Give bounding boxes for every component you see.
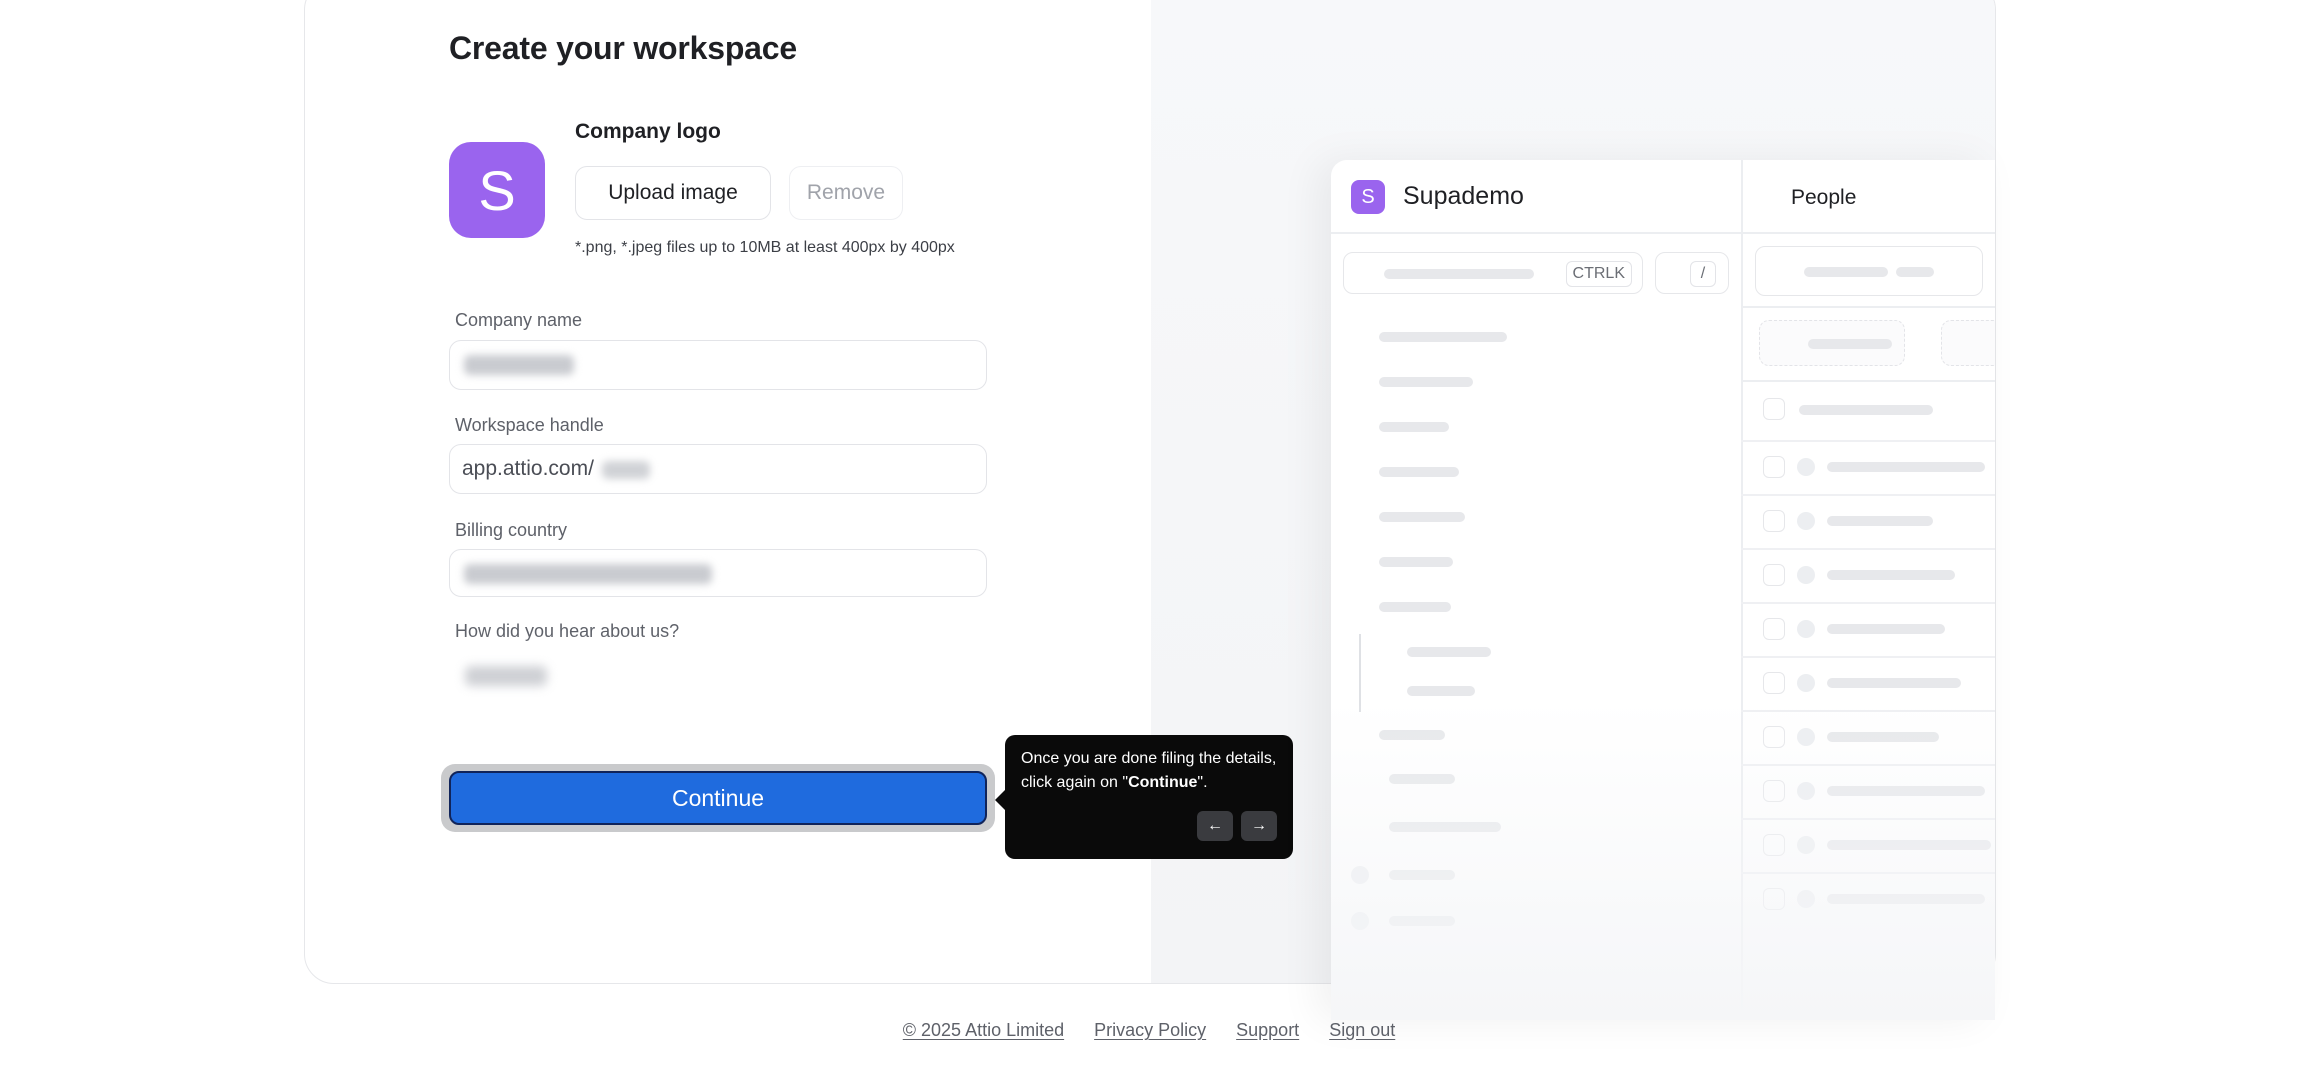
skeleton-bar <box>1827 462 1985 472</box>
skeleton-bar <box>1379 467 1459 477</box>
preview-divider <box>1741 306 1995 308</box>
workspace-handle-label: Workspace handle <box>455 415 604 435</box>
preview-chip <box>1759 320 1905 366</box>
row-checkbox <box>1763 618 1785 640</box>
skeleton-bar <box>1896 267 1934 277</box>
row-checkbox <box>1763 672 1785 694</box>
skeleton-dot <box>1797 512 1815 530</box>
upload-image-button[interactable]: Upload image <box>575 166 771 220</box>
skeleton-bar <box>1407 647 1491 657</box>
redacted-value <box>464 355 574 375</box>
workspace-handle-input[interactable]: app.attio.com/ <box>449 444 987 494</box>
continue-button[interactable]: Continue <box>449 771 987 825</box>
skeleton-dot <box>1797 566 1815 584</box>
skeleton-bar <box>1799 405 1933 415</box>
billing-country-select[interactable] <box>449 549 987 597</box>
remove-logo-button[interactable]: Remove <box>789 166 903 220</box>
preview-workspace-logo: S <box>1351 180 1385 214</box>
skeleton-bar <box>1804 267 1888 277</box>
skeleton-bar <box>1379 422 1449 432</box>
skeleton-bar <box>1379 557 1453 567</box>
skeleton-bar <box>1827 624 1945 634</box>
skeleton-bar <box>1827 678 1961 688</box>
app-preview: S Supademo People CTRLK / <box>1331 160 1995 1020</box>
redacted-value <box>464 564 712 584</box>
company-name-input[interactable] <box>449 340 987 390</box>
page-title: Create your workspace <box>449 30 797 66</box>
slash-key: / <box>1690 261 1716 287</box>
file-requirements-hint: *.png, *.jpeg files up to 10MB at least … <box>575 239 955 256</box>
row-checkbox <box>1763 564 1785 586</box>
handle-prefix: app.attio.com/ <box>462 457 594 480</box>
preview-chip <box>1941 320 1995 366</box>
skeleton-dot <box>1797 458 1815 476</box>
row-divider <box>1741 494 1995 496</box>
row-checkbox <box>1763 510 1785 532</box>
company-logo-avatar: S <box>449 142 545 238</box>
row-divider <box>1741 548 1995 550</box>
footer: © 2025 Attio Limited Privacy Policy Supp… <box>0 1020 2298 1041</box>
tooltip-prev-button[interactable]: ← <box>1197 811 1233 841</box>
copyright-link[interactable]: © 2025 Attio Limited <box>903 1020 1064 1041</box>
row-divider <box>1741 602 1995 604</box>
preview-workspace-name: Supademo <box>1403 182 1524 210</box>
row-checkbox <box>1763 398 1785 420</box>
company-logo-label: Company logo <box>575 120 721 143</box>
tooltip-next-button[interactable]: → <box>1241 811 1277 841</box>
sign-out-link[interactable]: Sign out <box>1329 1020 1395 1041</box>
skeleton-bar <box>1379 512 1465 522</box>
tooltip-text: Once you are done filing the details, cl… <box>1021 750 1277 791</box>
redacted-value <box>465 666 547 686</box>
skeleton-bar <box>1407 686 1475 696</box>
arrow-left-icon: ← <box>1207 817 1223 834</box>
referral-source-input[interactable] <box>449 652 987 728</box>
row-divider <box>1741 656 1995 658</box>
logo-letter: S <box>478 158 516 222</box>
skeleton-bar <box>1808 339 1892 349</box>
skeleton-bar <box>1827 570 1955 580</box>
row-divider <box>1741 440 1995 442</box>
guide-tooltip: Once you are done filing the details, cl… <box>995 735 1293 859</box>
row-checkbox <box>1763 456 1785 478</box>
skeleton-dot <box>1797 674 1815 692</box>
skeleton-bar <box>1384 269 1534 279</box>
skeleton-bar <box>1379 602 1451 612</box>
preview-filter-box <box>1755 246 1983 296</box>
privacy-policy-link[interactable]: Privacy Policy <box>1094 1020 1206 1041</box>
referral-source-label: How did you hear about us? <box>455 621 680 641</box>
arrow-right-icon: → <box>1251 817 1267 834</box>
redacted-value <box>602 461 650 479</box>
support-link[interactable]: Support <box>1236 1020 1299 1041</box>
skeleton-bar <box>1827 516 1933 526</box>
skeleton-dot <box>1797 620 1815 638</box>
preview-section-title: People <box>1791 186 1857 209</box>
preview-search: CTRLK <box>1343 252 1643 294</box>
preview-command: / <box>1655 252 1729 294</box>
shortcut-hint: CTRLK <box>1565 261 1632 287</box>
skeleton-bar <box>1379 377 1473 387</box>
billing-country-label: Billing country <box>455 520 568 540</box>
preview-divider <box>1741 380 1995 382</box>
preview-divider <box>1331 232 1995 234</box>
company-name-label: Company name <box>455 310 583 330</box>
preview-fade-overlay <box>1331 700 1995 1020</box>
skeleton-bar <box>1379 332 1507 342</box>
